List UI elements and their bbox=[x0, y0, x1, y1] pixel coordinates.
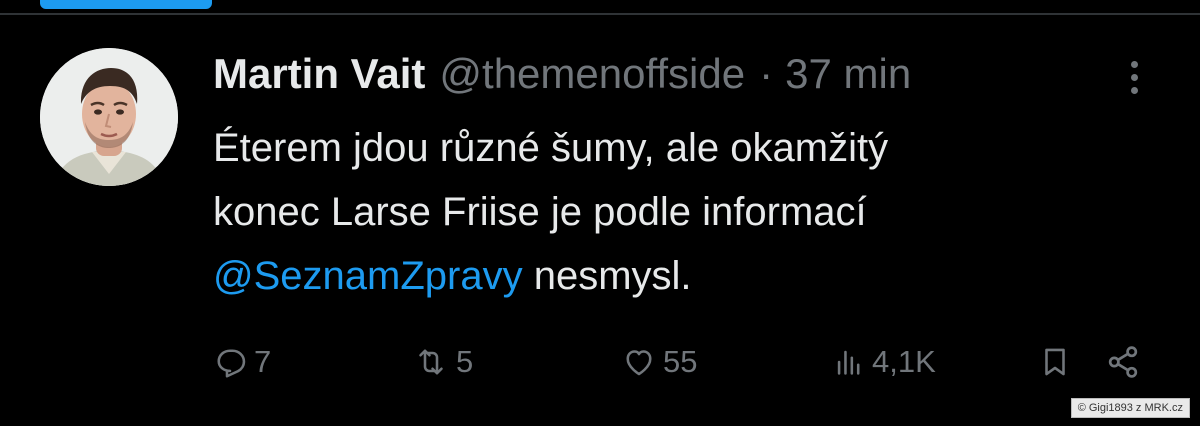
mention-link[interactable]: @SeznamZpravy bbox=[213, 254, 523, 298]
like-count: 55 bbox=[663, 344, 698, 379]
more-vertical-icon bbox=[1130, 60, 1138, 68]
retweet-icon bbox=[412, 344, 450, 380]
bookmark-button[interactable] bbox=[1038, 338, 1072, 386]
author-display-name[interactable]: Martin Vait bbox=[213, 50, 425, 98]
tweet-text-line: konec Larse Friise je podle informací bbox=[213, 190, 867, 234]
views-bar-chart-icon bbox=[832, 344, 866, 380]
share-icon bbox=[1104, 343, 1142, 381]
more-options-button[interactable] bbox=[1112, 52, 1156, 102]
retweet-button[interactable]: 5 bbox=[412, 338, 473, 386]
active-tab-indicator bbox=[40, 0, 212, 9]
tweet-timestamp[interactable]: 37 min bbox=[785, 50, 911, 98]
avatar-photo bbox=[40, 48, 178, 186]
reply-button[interactable]: 7 bbox=[212, 338, 271, 386]
retweet-count: 5 bbox=[456, 344, 474, 379]
tweet-text-line: Éterem jdou různé šumy, ale okamžitý bbox=[213, 126, 889, 170]
tweet-text-fragment: nesmysl. bbox=[522, 254, 692, 298]
views-count: 4,1K bbox=[872, 344, 936, 379]
reply-icon bbox=[212, 344, 248, 380]
heart-icon bbox=[621, 344, 657, 380]
separator-dot: · bbox=[759, 50, 774, 97]
tweet-header: Martin Vait @themenoffside · 37 min bbox=[213, 48, 911, 100]
tweet-text-line: @SeznamZpravy nesmysl. bbox=[213, 244, 1113, 308]
avatar[interactable] bbox=[40, 48, 178, 186]
more-dot bbox=[1130, 73, 1138, 81]
tweet-actions-bar: 7 5 55 4,1K bbox=[0, 338, 1200, 386]
divider bbox=[0, 13, 1200, 15]
like-button[interactable]: 55 bbox=[621, 338, 697, 386]
share-button[interactable] bbox=[1104, 338, 1142, 386]
bookmark-icon bbox=[1038, 343, 1072, 381]
more-dot bbox=[1130, 86, 1138, 94]
tweet-text: Éterem jdou různé šumy, ale okamžitý kon… bbox=[213, 116, 1113, 308]
reply-count: 7 bbox=[254, 344, 272, 379]
image-credit-watermark: © Gigi1893 z MRK.cz bbox=[1070, 398, 1190, 418]
author-handle[interactable]: @themenoffside bbox=[439, 50, 745, 98]
views-button[interactable]: 4,1K bbox=[832, 338, 936, 386]
